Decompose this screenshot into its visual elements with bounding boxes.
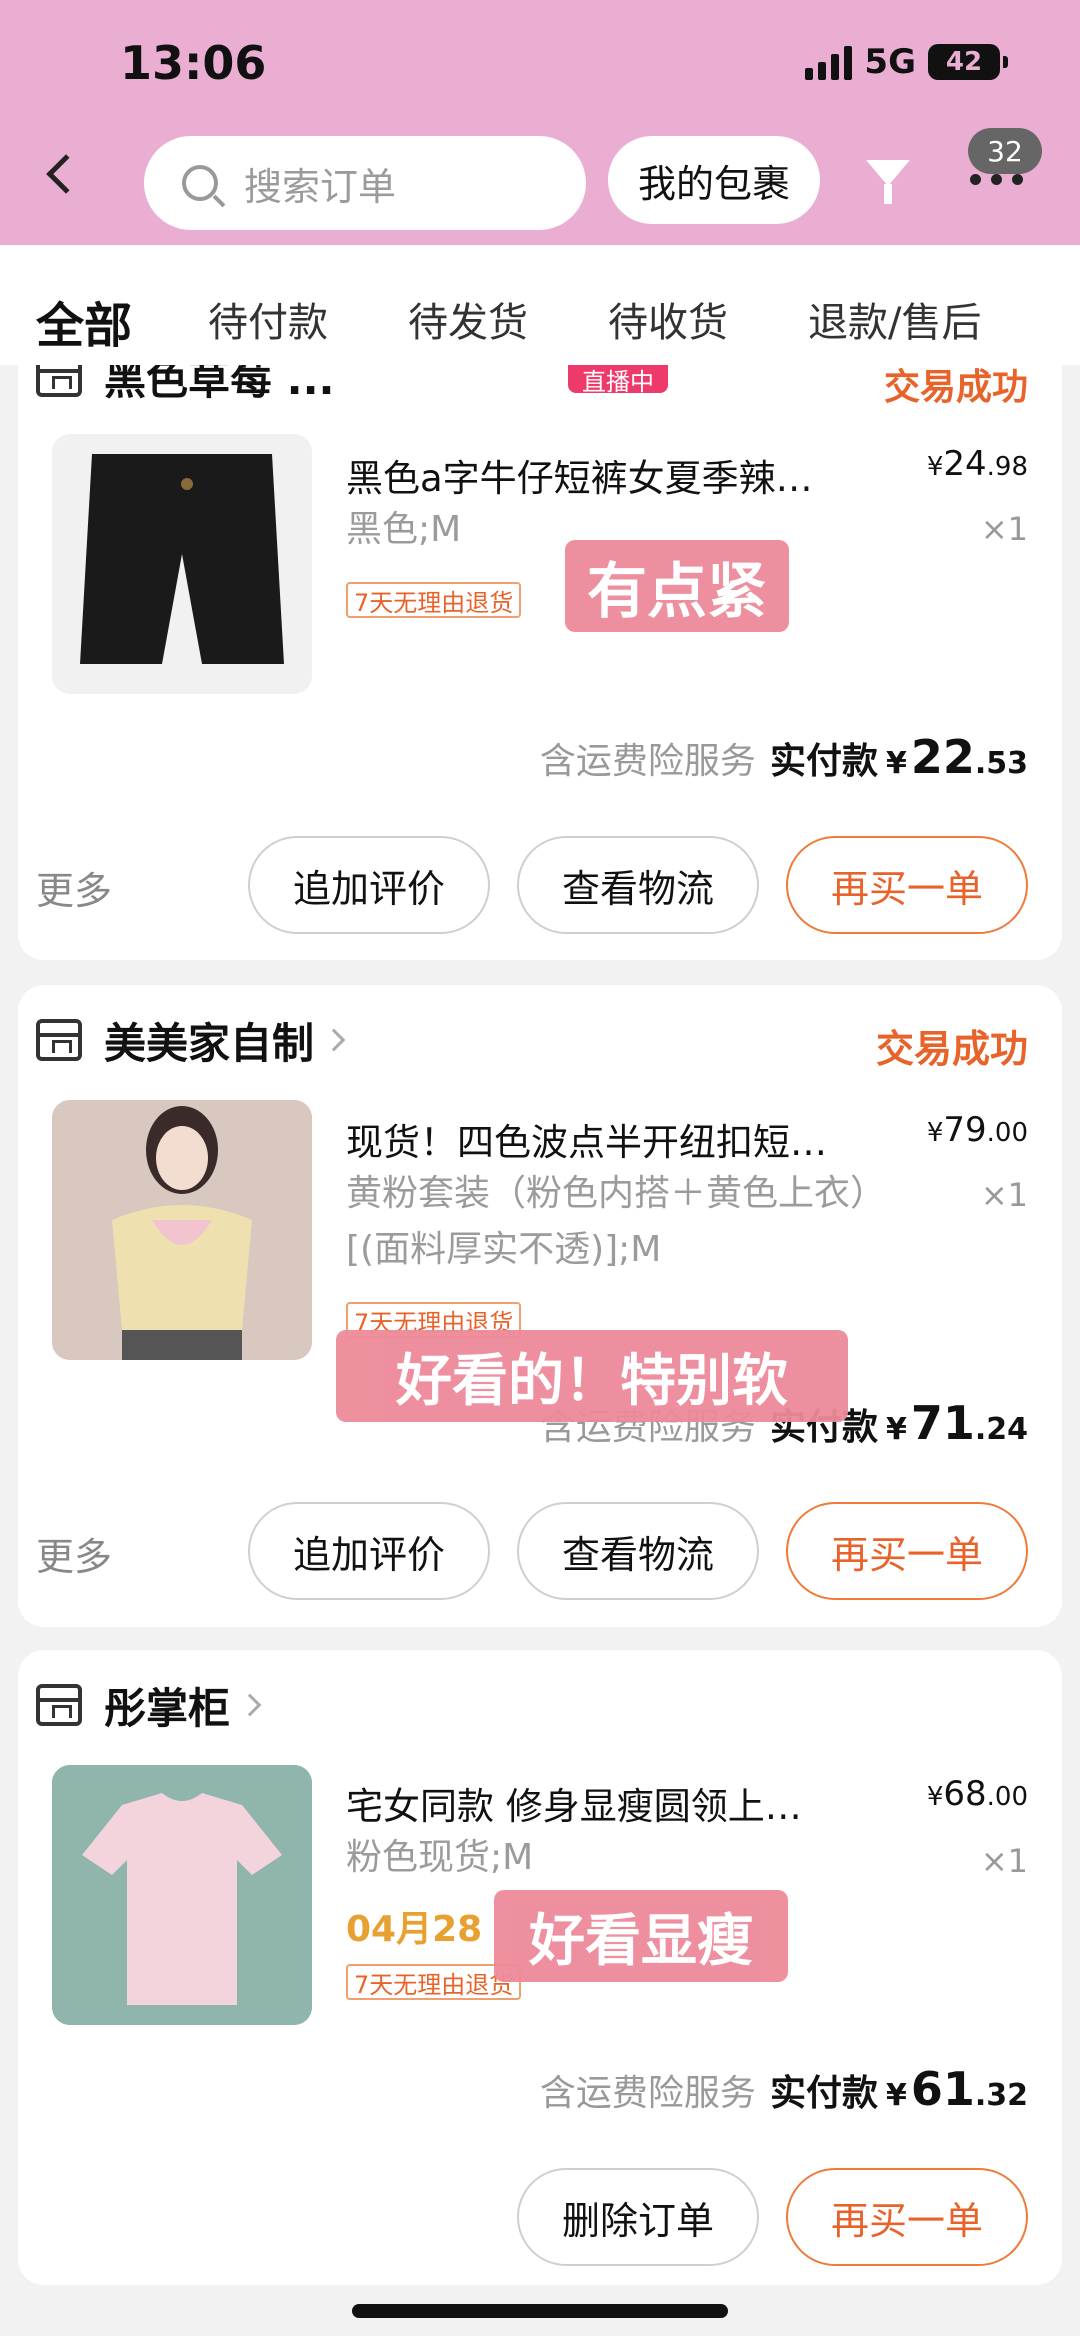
tab-pending-payment[interactable]: 待付款 <box>208 290 328 348</box>
shorts-image <box>80 454 284 664</box>
delete-order-button[interactable]: 删除订单 <box>517 2168 759 2266</box>
pay-dec: .53 <box>974 746 1028 781</box>
message-count-badge: 32 <box>968 128 1042 174</box>
product-price: ¥24.98 <box>927 444 1028 484</box>
product-title[interactable]: 黑色a字牛仔短裤女夏季辣… <box>346 448 886 502</box>
review-sticker: 有点紧 <box>565 540 789 632</box>
delivery-date: 04月28 <box>346 1909 483 1950</box>
tab-all[interactable]: 全部 <box>36 286 132 356</box>
search-input[interactable]: 搜索订单 <box>144 136 586 230</box>
price-int: 79 <box>943 1110 987 1150</box>
product-title[interactable]: 现货！四色波点半开纽扣短… <box>346 1112 886 1166</box>
status-time: 13:06 <box>120 36 267 90</box>
top-image <box>52 1100 312 1360</box>
product-price: ¥68.00 <box>927 1774 1028 1814</box>
shop-name: 美美家自制 <box>104 1018 315 1068</box>
shop-icon <box>36 1684 82 1726</box>
product-spec: 黄粉套装（粉色内搭＋黄色上衣）[(面料厚实不透)];M <box>346 1173 887 1270</box>
return-tag: 7天无理由退货 <box>346 582 522 618</box>
buy-again-button[interactable]: 再买一单 <box>786 836 1028 934</box>
payment-summary: 含运费险服务 实付款 ¥ 22 .53 <box>540 730 1028 784</box>
header: 13:06 5G 42 搜索订单 我的包裹 32 <box>0 0 1080 245</box>
currency: ¥ <box>926 452 944 482</box>
currency: ¥ <box>926 1118 944 1148</box>
shop-icon <box>36 1019 82 1061</box>
live-badge-label: 直播中 <box>582 367 654 396</box>
track-shipment-button[interactable]: 查看物流 <box>517 1502 759 1600</box>
pay-dec: .24 <box>974 1412 1028 1447</box>
pay-label: 实付款 <box>769 741 878 782</box>
filter-icon[interactable] <box>866 160 910 204</box>
product-thumbnail-3[interactable] <box>52 1765 312 2025</box>
pay-int: 71 <box>910 1396 975 1450</box>
buy-again-button[interactable]: 再买一单 <box>786 1502 1028 1600</box>
tab-pending-receipt[interactable]: 待收货 <box>608 290 728 348</box>
product-thumbnail-2[interactable] <box>52 1100 312 1360</box>
signal-icon <box>805 44 853 80</box>
currency: ¥ <box>885 1412 907 1447</box>
insurance-label: 含运费险服务 <box>539 741 756 782</box>
order-status: 交易成功 <box>875 1027 1028 1071</box>
currency: ¥ <box>926 1782 944 1812</box>
add-review-button[interactable]: 追加评价 <box>248 836 490 934</box>
battery-icon: 42 <box>928 44 1008 80</box>
chevron-right-icon <box>322 1028 346 1052</box>
pay-int: 61 <box>910 2062 975 2116</box>
price-dec: .00 <box>986 1118 1028 1148</box>
currency: ¥ <box>885 2078 907 2113</box>
review-sticker: 好看显瘦 <box>494 1890 788 1982</box>
my-package-button[interactable]: 我的包裹 <box>608 136 820 224</box>
currency: ¥ <box>885 746 907 781</box>
home-indicator <box>352 2304 728 2318</box>
price-int: 68 <box>943 1774 987 1814</box>
payment-summary: 含运费险服务 实付款 ¥ 61 .32 <box>540 2062 1028 2116</box>
price-dec: .98 <box>986 452 1028 482</box>
shop-row-3[interactable]: 彤掌柜 <box>36 1675 262 1735</box>
more-link[interactable]: 更多 <box>36 860 112 915</box>
tab-refund-after-sales[interactable]: 退款/售后 <box>808 290 981 348</box>
order-status: 交易成功 <box>883 367 1028 408</box>
tshirt-image <box>52 1765 312 2025</box>
pay-label: 实付款 <box>769 2073 878 2114</box>
price-dec: .00 <box>986 1782 1028 1812</box>
pay-dec: .32 <box>974 2078 1028 2113</box>
price-int: 24 <box>943 444 987 484</box>
product-price: ¥79.00 <box>927 1110 1028 1150</box>
network-type: 5G <box>864 42 916 82</box>
shop-name: 彤掌柜 <box>104 1683 231 1733</box>
product-qty: ×1 <box>980 510 1028 548</box>
more-icon[interactable] <box>970 174 1023 185</box>
add-review-button[interactable]: 追加评价 <box>248 1502 490 1600</box>
pay-int: 22 <box>910 730 975 784</box>
buy-again-button[interactable]: 再买一单 <box>786 2168 1028 2266</box>
review-sticker: 好看的！特别软 <box>336 1330 848 1422</box>
insurance-label: 含运费险服务 <box>539 2073 756 2114</box>
search-placeholder: 搜索订单 <box>244 164 397 209</box>
live-badge[interactable]: 直播中 <box>568 365 668 396</box>
product-spec: 粉色现货;M <box>346 1837 534 1878</box>
search-icon <box>182 165 218 201</box>
shop-row-2[interactable]: 美美家自制 <box>36 1010 346 1070</box>
status-icons: 5G 42 <box>805 42 1008 82</box>
chevron-right-icon <box>238 1693 262 1717</box>
product-qty: ×1 <box>980 1176 1028 1214</box>
track-shipment-button[interactable]: 查看物流 <box>517 836 759 934</box>
product-thumbnail-1[interactable] <box>52 434 312 694</box>
more-link[interactable]: 更多 <box>36 1526 112 1581</box>
product-qty: ×1 <box>980 1842 1028 1880</box>
product-title[interactable]: 宅女同款 修身显瘦圆领上… <box>346 1776 886 1830</box>
back-icon[interactable] <box>46 154 86 194</box>
tab-pending-shipment[interactable]: 待发货 <box>408 290 528 348</box>
